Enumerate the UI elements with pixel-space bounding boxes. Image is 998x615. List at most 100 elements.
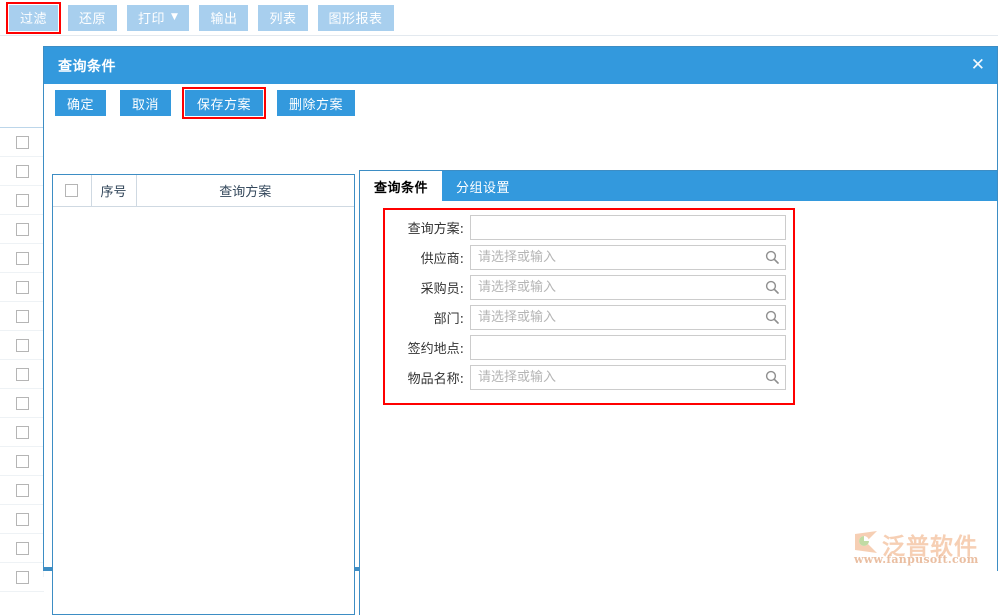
row-checkbox[interactable] bbox=[16, 339, 29, 352]
form-row-2: 采购员: bbox=[387, 272, 791, 302]
toolbar-button-label: 输出 bbox=[210, 8, 237, 27]
dialog-action-button-1[interactable]: 取消 bbox=[120, 90, 171, 116]
form-label-4: 签约地点: bbox=[387, 338, 470, 357]
conditions-panel: 查询条件分组设置 查询方案: 供应商: 采购员: 部门: 签约地点: 物品名称: bbox=[359, 170, 997, 615]
form-field-1[interactable] bbox=[470, 245, 786, 270]
background-row bbox=[0, 389, 44, 418]
row-checkbox[interactable] bbox=[16, 484, 29, 497]
background-row bbox=[0, 128, 44, 157]
dialog-action-button-2[interactable]: 保存方案 bbox=[185, 90, 263, 116]
row-checkbox[interactable] bbox=[16, 513, 29, 526]
form-label-5: 物品名称: bbox=[387, 368, 470, 387]
background-row bbox=[0, 447, 44, 476]
search-icon[interactable] bbox=[765, 280, 779, 294]
background-row bbox=[0, 302, 44, 331]
form-row-4: 签约地点: bbox=[387, 332, 791, 362]
background-row bbox=[0, 331, 44, 360]
search-icon[interactable] bbox=[765, 370, 779, 384]
form-row-3: 部门: bbox=[387, 302, 791, 332]
dialog-action-label: 确定 bbox=[67, 94, 94, 113]
toolbar-button-4[interactable]: 列表 bbox=[258, 5, 307, 31]
row-checkbox[interactable] bbox=[16, 194, 29, 207]
toolbar-button-5[interactable]: 图形报表 bbox=[318, 5, 394, 31]
form-input-4[interactable] bbox=[471, 336, 785, 359]
select-all-checkbox[interactable] bbox=[65, 184, 78, 197]
toolbar-button-label: 过滤 bbox=[20, 8, 47, 27]
row-checkbox[interactable] bbox=[16, 426, 29, 439]
form-field-0[interactable] bbox=[470, 215, 786, 240]
background-grid bbox=[0, 127, 44, 578]
dialog-action-label: 取消 bbox=[132, 94, 159, 113]
form-label-2: 采购员: bbox=[387, 278, 470, 297]
dialog-title: 查询条件 bbox=[58, 56, 116, 76]
row-checkbox[interactable] bbox=[16, 571, 29, 584]
toolbar-button-label: 列表 bbox=[269, 8, 296, 27]
dialog-action-button-0[interactable]: 确定 bbox=[55, 90, 106, 116]
form-row-5: 物品名称: bbox=[387, 362, 791, 392]
row-checkbox[interactable] bbox=[16, 455, 29, 468]
background-row bbox=[0, 360, 44, 389]
query-conditions-form: 查询方案: 供应商: 采购员: 部门: 签约地点: 物品名称: bbox=[387, 212, 791, 392]
background-row bbox=[0, 244, 44, 273]
saved-schemes-panel: 序号 查询方案 bbox=[52, 174, 355, 615]
toolbar-button-2[interactable]: 打印▼ bbox=[127, 5, 189, 31]
toolbar-button-3[interactable]: 输出 bbox=[199, 5, 248, 31]
dialog-action-toolbar: 确定 取消 保存方案 删除方案 bbox=[44, 84, 997, 122]
search-icon[interactable] bbox=[765, 310, 779, 324]
tab-content-query-conditions: 查询方案: 供应商: 采购员: 部门: 签约地点: 物品名称: bbox=[360, 201, 997, 615]
tab-1[interactable]: 分组设置 bbox=[442, 171, 524, 201]
background-row bbox=[0, 505, 44, 534]
form-input-3[interactable] bbox=[471, 306, 785, 329]
form-field-3[interactable] bbox=[470, 305, 786, 330]
scheme-index-header: 序号 bbox=[91, 175, 136, 206]
form-input-5[interactable] bbox=[471, 366, 785, 389]
toolbar-button-1[interactable]: 还原 bbox=[68, 5, 117, 31]
row-checkbox[interactable] bbox=[16, 252, 29, 265]
dialog-action-button-3[interactable]: 删除方案 bbox=[277, 90, 355, 116]
form-field-4[interactable] bbox=[470, 335, 786, 360]
scheme-table-header-row: 序号 查询方案 bbox=[53, 175, 354, 206]
form-row-1: 供应商: bbox=[387, 242, 791, 272]
form-field-5[interactable] bbox=[470, 365, 786, 390]
background-row bbox=[0, 215, 44, 244]
form-label-3: 部门: bbox=[387, 308, 470, 327]
scheme-table-empty-body bbox=[53, 207, 354, 615]
scheme-table: 序号 查询方案 bbox=[53, 175, 354, 207]
form-input-0[interactable] bbox=[471, 216, 785, 239]
row-checkbox[interactable] bbox=[16, 368, 29, 381]
background-row bbox=[0, 563, 44, 592]
row-checkbox[interactable] bbox=[16, 165, 29, 178]
toolbar-button-0[interactable]: 过滤 bbox=[9, 5, 58, 31]
scheme-name-header: 查询方案 bbox=[136, 175, 354, 206]
background-row bbox=[0, 418, 44, 447]
tab-strip: 查询条件分组设置 bbox=[360, 171, 997, 201]
dialog-body: 序号 查询方案 查询条件分组设置 查询方案: 供应商: 采购员: 部门: 签约地点: 物品… bbox=[44, 122, 997, 568]
search-icon[interactable] bbox=[765, 250, 779, 264]
tab-0[interactable]: 查询条件 bbox=[360, 171, 442, 201]
close-icon[interactable]: ✕ bbox=[971, 57, 985, 74]
background-row bbox=[0, 157, 44, 186]
chevron-down-icon: ▼ bbox=[171, 13, 178, 22]
form-field-2[interactable] bbox=[470, 275, 786, 300]
form-label-0: 查询方案: bbox=[387, 218, 470, 237]
form-label-1: 供应商: bbox=[387, 248, 470, 267]
background-row bbox=[0, 273, 44, 302]
dialog-action-label: 保存方案 bbox=[197, 94, 251, 113]
row-checkbox[interactable] bbox=[16, 542, 29, 555]
row-checkbox[interactable] bbox=[16, 310, 29, 323]
form-row-0: 查询方案: bbox=[387, 212, 791, 242]
background-row bbox=[0, 476, 44, 505]
row-checkbox[interactable] bbox=[16, 281, 29, 294]
scheme-select-all-header[interactable] bbox=[53, 175, 91, 206]
toolbar-button-label: 还原 bbox=[79, 8, 106, 27]
toolbar-button-label: 图形报表 bbox=[329, 8, 383, 27]
dialog-title-bar: 查询条件 ✕ bbox=[44, 47, 997, 84]
form-input-1[interactable] bbox=[471, 246, 785, 269]
form-input-2[interactable] bbox=[471, 276, 785, 299]
main-toolbar: 过滤 还原 打印▼ 输出 列表 图形报表 bbox=[0, 0, 998, 36]
background-row bbox=[0, 534, 44, 563]
dialog-action-label: 删除方案 bbox=[289, 94, 343, 113]
row-checkbox[interactable] bbox=[16, 223, 29, 236]
row-checkbox[interactable] bbox=[16, 397, 29, 410]
row-checkbox[interactable] bbox=[16, 136, 29, 149]
